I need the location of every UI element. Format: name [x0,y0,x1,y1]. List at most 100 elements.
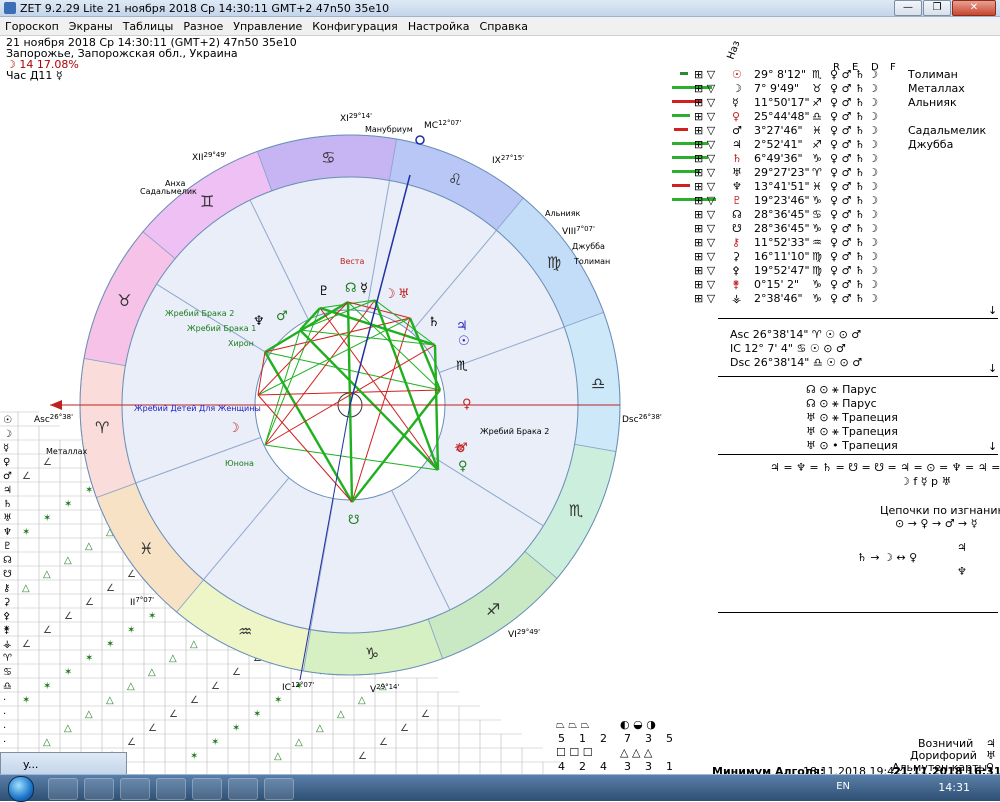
aspect-box-icons: ⊞ ▽ [694,82,716,95]
planet-row[interactable]: ⊞ ▽ ♄ 6°49'36" ♑ ♀ ♂ ♄ ☽ [672,152,992,166]
natal-chart-wheel[interactable]: ♈ ♉ ♊ ♋ ♌ ♍ ♎ ♏ ♐ ♑ ♒ ♓ MC12°07' XI29°14' XII29°49'… [0,90,700,700]
app-icon [4,2,16,14]
maximize-button[interactable]: ❐ [923,0,951,16]
configuration-row[interactable]: ♅ ⊙ • Трапеция [806,439,898,452]
planet-row[interactable]: ⊞ ▽ ♅ 29°27'23" ♈ ♀ ♂ ♄ ☽ [672,166,992,180]
inner-label-lot-marriage-2b: Жребий Брака 2 [480,427,549,436]
venus2-glyph-icon[interactable]: ♀ [462,397,472,412]
minimized-window[interactable]: y... [0,752,127,776]
venus-glyph-icon[interactable]: ♀ [458,459,468,474]
zodiac-sign-icon: ♒ [238,622,252,641]
sun-glyph-icon[interactable]: ☉ [458,334,470,349]
planet-row[interactable]: ⊞ ▽ ☋ 28°36'45" ♑ ♀ ♂ ♄ ☽ [672,222,992,236]
star-glyph-icon[interactable]: ✵ [454,441,465,456]
star-label-manubrium: Манубриум [365,125,413,134]
divider-3 [718,454,998,455]
jupiter-glyph-icon[interactable]: ♃ [456,319,468,334]
planet-row[interactable]: ⊞ ▽ ⚷ 11°52'33" ♒ ♀ ♂ ♄ ☽ [672,236,992,250]
strength-bar [672,184,690,187]
scroll-down-3-icon[interactable]: ↓ [988,440,997,453]
planet-row[interactable]: ⊞ ▽ ⚴ 19°52'47" ♍ ♀ ♂ ♄ ☽ [672,264,992,278]
planet-row[interactable]: ⊞ ▽ ♃ 2°52'41" ♐ ♀ ♂ ♄ ☽ Джубба [672,138,992,152]
house-label-viii: VIII7°07' [562,225,595,237]
moon-glyph-icon[interactable]: ☽ [228,421,240,436]
grid-aspect-mark-icon: ∠ [127,737,136,748]
saturn-glyph-icon[interactable]: ♄ [428,315,440,330]
aspect-box-icons: ⊞ ▽ [694,152,716,165]
planet-glyph-icon: ⚶ [732,292,742,305]
house-label-vi: VI29°49' [508,628,540,640]
configuration-glyphs: ♅ ⊙ ⚹ [806,411,843,424]
menu-help[interactable]: Справка [475,20,533,33]
planet-row[interactable]: ⊞ ▽ ♆ 13°41'51" ♓ ♀ ♂ ♄ ☽ [672,180,992,194]
menu-settings[interactable]: Настройка [403,20,475,33]
info-planet-hour: Час Д11 ☿ [6,69,63,82]
configuration-row[interactable]: ♅ ⊙ ⚹ Трапеция [806,411,898,425]
planet-row[interactable]: ⊞ ▽ ☿ 11°50'17" ♐ ♀ ♂ ♄ ☽ Альнияк [672,96,992,110]
scroll-down-icon[interactable]: ↓ [988,304,997,317]
taskbar-zet-icon[interactable] [192,778,222,800]
planet-row[interactable]: ⊞ ▽ ♇ 19°23'46" ♑ ♀ ♂ ♄ ☽ [672,194,992,208]
planet-position: 28°36'45" [754,222,810,235]
uranus-glyph-icon[interactable]: ♅ [398,287,410,302]
shape-icons-4: △ △ △ [620,746,653,759]
moon2-glyph-icon[interactable]: ☽ [384,287,396,302]
menu-configuration[interactable]: Конфигурация [307,20,403,33]
planet-row[interactable]: ⊞ ▽ ♂ 3°27'46" ♓ ♀ ♂ ♄ ☽ Садальмелик [672,124,992,138]
zodiac-sign-icon: ♌ [448,170,462,189]
menu-horoscope[interactable]: Гороскоп [0,20,64,33]
planet-glyph-icon: ♆ [732,180,742,193]
window-title: ZET 9.2.29 Lite 21 ноября 2018 Ср 14:30:… [20,1,390,15]
planet-row[interactable]: ⊞ ▽ ☽ 7° 9'49" ♉ ♀ ♂ ♄ ☽ Металлах [672,82,992,96]
scroll-down-2-icon[interactable]: ↓ [988,362,997,375]
dignity-glyphs: ♀ ♂ ♄ ☽ [830,264,879,277]
divider-1 [718,318,998,319]
south-node-glyph-icon[interactable]: ☋ [348,513,360,528]
close-button[interactable]: ✕ [952,0,996,16]
menu-tables[interactable]: Таблицы [118,20,179,33]
dignity-glyphs: ♀ ♂ ♄ ☽ [830,152,879,165]
taskbar-browser-icon[interactable] [120,778,150,800]
star-label-alniyak: Альнияк [545,209,581,218]
dignity-glyphs: ♀ ♂ ♄ ☽ [830,222,879,235]
neptune-glyph-icon[interactable]: ♆ [253,314,265,329]
taskbar-pdf-icon[interactable] [228,778,258,800]
minimize-button[interactable]: — [894,0,922,16]
start-button[interactable] [8,776,34,802]
axis-row[interactable]: IC 12° 7' 4" ♋ ☉ ⊙ ♂ [730,342,846,355]
planet-sign-icon: ♒ [812,236,822,249]
scorpio-glyph-icon[interactable]: ♏ [456,359,468,374]
configuration-name: Трапеция [842,425,898,438]
menu-control[interactable]: Управление [228,20,307,33]
planet-row[interactable]: ⊞ ▽ ♀ 25°44'48" ♎ ♀ ♂ ♄ ☽ [672,110,992,124]
aspect-box-icons: ⊞ ▽ [694,166,716,179]
minimized-window-title: y... [23,757,39,771]
mars-glyph-2-icon[interactable]: ♂ [276,309,288,324]
zodiac-sign-icon: ♉ [117,291,131,310]
menu-screens[interactable]: Экраны [64,20,118,33]
configuration-row[interactable]: ☊ ⊙ ⚹ Парус [806,397,877,411]
axis-row[interactable]: Asc 26°38'14" ♈ ☉ ⊙ ♂ [730,328,861,341]
planet-row[interactable]: ⊞ ▽ ☊ 28°36'45" ♋ ♀ ♂ ♄ ☽ [672,208,992,222]
planet-position: 16°11'10" [754,250,810,263]
grid-aspect-mark-icon: △ [316,723,324,734]
taskbar-media-icon[interactable] [48,778,78,800]
planet-row[interactable]: ⊞ ▽ ⚶ 2°38'46" ♑ ♀ ♂ ♄ ☽ [672,292,992,306]
configuration-row[interactable]: ☊ ⊙ ⚹ Парус [806,383,877,397]
mercury-glyph-icon[interactable]: ☿ [360,281,368,296]
planet-row[interactable]: ⊞ ▽ ☉ 29° 8'12" ♏ ♀ ♂ ♄ ☽ Толиман [672,68,992,82]
taskbar-folder-icon[interactable] [84,778,114,800]
pluto-glyph-icon[interactable]: ♇ [318,284,330,299]
taskbar-opera-icon[interactable] [264,778,294,800]
language-indicator[interactable]: EN [836,781,850,792]
planet-row[interactable]: ⊞ ▽ ⚳ 16°11'10" ♍ ♀ ♂ ♄ ☽ [672,250,992,264]
system-clock[interactable]: 14:31 [938,781,970,794]
configuration-row[interactable]: ♅ ⊙ ⚹ Трапеция [806,425,898,439]
node-glyph-icon[interactable]: ☊ [345,281,357,296]
axis-row[interactable]: Dsc 26°38'14" ♎ ☉ ⊙ ♂ [730,356,862,369]
menu-misc[interactable]: Разное [178,20,228,33]
inner-label-juno: Юнона [225,459,254,468]
taskbar-app-icon[interactable] [156,778,186,800]
planet-row[interactable]: ⊞ ▽ ⚵ 0°15' 2" ♑ ♀ ♂ ♄ ☽ [672,278,992,292]
exile-right-2: ♆ [957,565,967,578]
